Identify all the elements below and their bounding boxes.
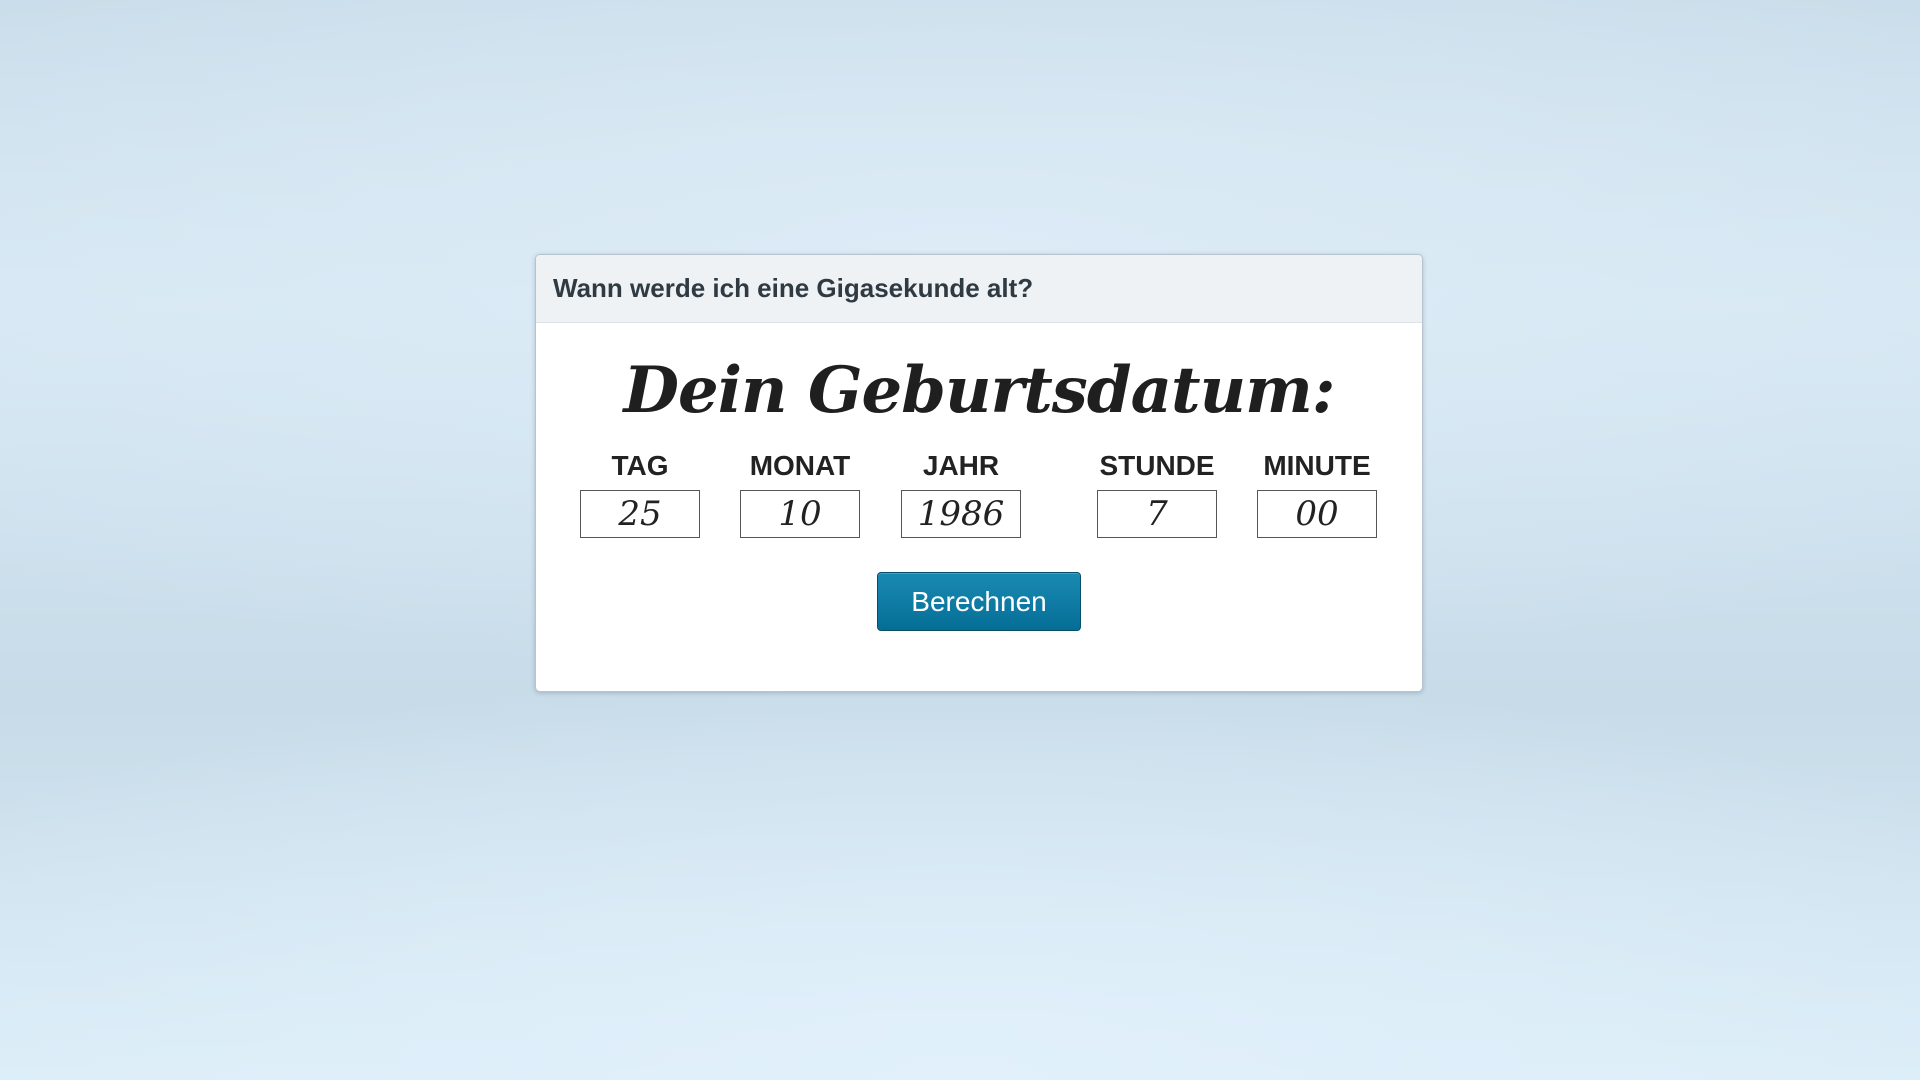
hour-label: STUNDE [1099,450,1215,481]
field-year: JAHR [901,450,1021,538]
gigasecond-panel: Wann werde ich eine Gigasekunde alt? Dei… [535,254,1423,692]
hour-input[interactable] [1097,490,1217,538]
panel-title: Wann werde ich eine Gigasekunde alt? [553,273,1034,303]
field-hour: STUNDE [1097,450,1217,538]
birthdate-heading: Dein Geburtsdatum: [623,353,1336,428]
minute-label: MINUTE [1263,450,1371,481]
field-day: TAG [580,450,700,538]
field-month: MONAT [740,450,860,538]
day-input[interactable] [580,490,700,538]
month-input[interactable] [740,490,860,538]
field-minute: MINUTE [1257,450,1377,538]
month-label: MONAT [749,450,851,481]
minute-input[interactable] [1257,490,1377,538]
panel-header: Wann werde ich eine Gigasekunde alt? [536,255,1422,323]
birthdate-fields: TAG MONAT JAHR STUNDE MINUTE [536,450,1422,560]
calculate-button[interactable]: Berechnen [877,572,1081,631]
day-label: TAG [611,450,669,481]
year-input[interactable] [901,490,1021,538]
year-label: JAHR [922,450,1000,481]
